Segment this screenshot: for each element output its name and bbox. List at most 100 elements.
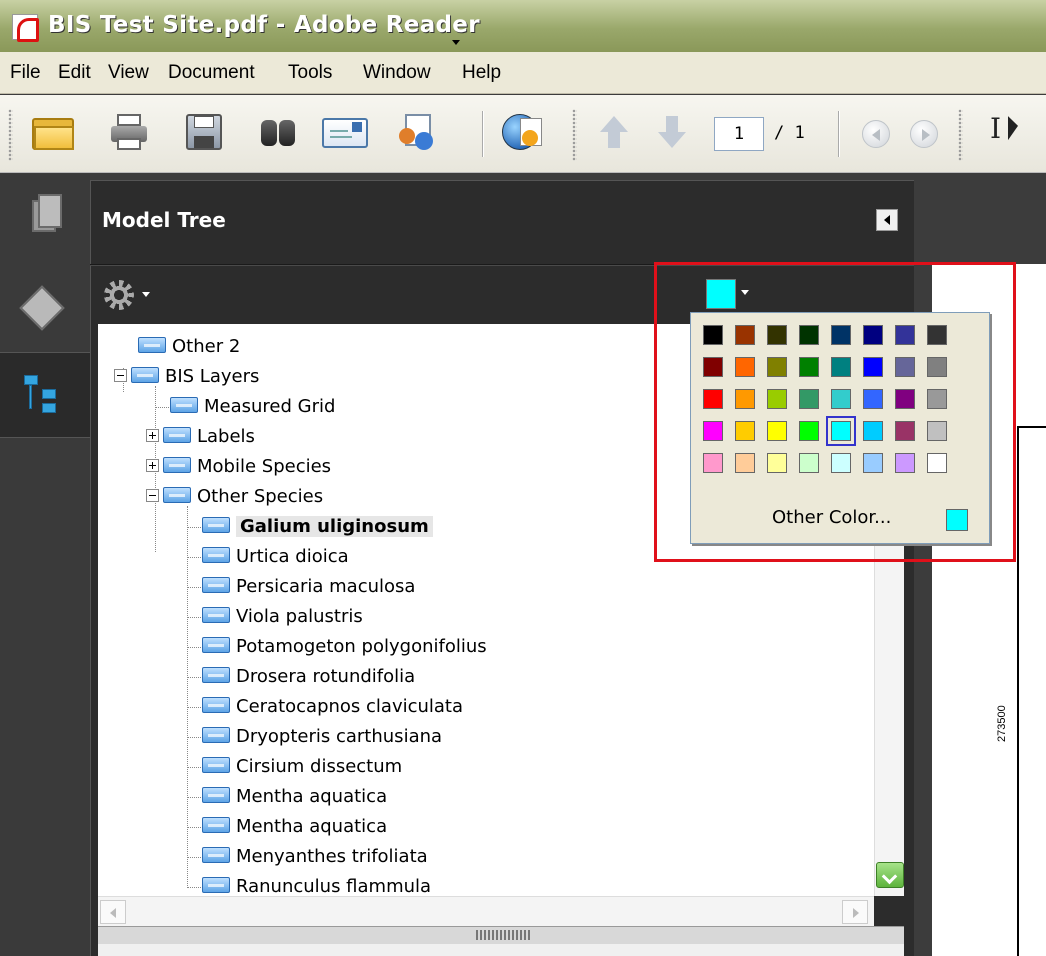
- gear-icon[interactable]: [104, 280, 134, 310]
- tree-item[interactable]: Persicaria maculosa: [202, 572, 415, 602]
- collapse-panel-button[interactable]: [876, 209, 898, 231]
- color-swatch[interactable]: [735, 357, 755, 377]
- color-swatch[interactable]: [831, 325, 851, 345]
- color-swatch[interactable]: [927, 357, 947, 377]
- color-swatch[interactable]: [863, 389, 883, 409]
- color-swatch[interactable]: [703, 325, 723, 345]
- scroll-left-icon[interactable]: [100, 900, 126, 924]
- menu-document[interactable]: Document: [168, 62, 255, 84]
- color-swatch[interactable]: [895, 357, 915, 377]
- tree-item[interactable]: Cirsium dissectum: [202, 752, 402, 782]
- menu-edit[interactable]: Edit: [58, 62, 91, 84]
- color-swatch[interactable]: [703, 389, 723, 409]
- expand-toggle-icon[interactable]: [146, 458, 159, 472]
- color-swatch[interactable]: [895, 389, 915, 409]
- tree-horizontal-scrollbar[interactable]: [98, 896, 874, 926]
- color-swatch[interactable]: [767, 421, 787, 441]
- menu-file[interactable]: File: [10, 62, 41, 84]
- tree-item[interactable]: Dryopteris carthusiana: [202, 722, 442, 752]
- next-page-arrow-icon[interactable]: [654, 114, 690, 150]
- color-swatch[interactable]: [703, 421, 723, 441]
- previous-page-arrow-icon[interactable]: [596, 114, 632, 150]
- color-swatch[interactable]: [831, 389, 851, 409]
- web-globe-icon[interactable]: [502, 112, 544, 152]
- color-swatch[interactable]: [927, 421, 947, 441]
- previous-view-icon[interactable]: [862, 120, 890, 148]
- color-swatch[interactable]: [863, 421, 883, 441]
- model-tree-panel-button[interactable]: [0, 352, 90, 438]
- color-swatch[interactable]: [895, 325, 915, 345]
- expand-toggle-icon[interactable]: [146, 428, 159, 442]
- color-swatch[interactable]: [799, 421, 819, 441]
- tree-item[interactable]: Potamogeton polygonifolius: [202, 632, 487, 662]
- color-swatch[interactable]: [831, 357, 851, 377]
- color-swatch[interactable]: [927, 389, 947, 409]
- other-color-swatch[interactable]: [946, 509, 968, 531]
- scroll-right-icon[interactable]: [842, 900, 868, 924]
- color-swatch[interactable]: [799, 389, 819, 409]
- tree-item[interactable]: Other Species: [146, 482, 323, 512]
- splitter-grip-icon[interactable]: [476, 930, 530, 940]
- tree-item[interactable]: Other 2: [138, 332, 240, 362]
- other-color-option[interactable]: Other Color...: [772, 507, 891, 528]
- color-swatch[interactable]: [767, 389, 787, 409]
- tree-item[interactable]: Labels: [146, 422, 255, 452]
- tree-item[interactable]: Drosera rotundifolia: [202, 662, 415, 692]
- tree-item[interactable]: Mentha aquatica: [202, 782, 387, 812]
- tree-item[interactable]: Ceratocapnos claviculata: [202, 692, 463, 722]
- tree-item[interactable]: Mobile Species: [146, 452, 331, 482]
- color-swatch[interactable]: [826, 416, 856, 446]
- color-swatch[interactable]: [767, 357, 787, 377]
- color-swatch[interactable]: [767, 325, 787, 345]
- chevron-down-icon[interactable]: [741, 290, 749, 295]
- color-swatch[interactable]: [863, 357, 883, 377]
- color-swatch[interactable]: [799, 325, 819, 345]
- color-swatch[interactable]: [703, 453, 723, 473]
- tree-item[interactable]: Viola palustris: [202, 602, 363, 632]
- menu-view[interactable]: View: [108, 62, 149, 84]
- tree-item[interactable]: Measured Grid: [170, 392, 335, 422]
- find-binoculars-icon[interactable]: [257, 112, 299, 152]
- color-swatch[interactable]: [863, 325, 883, 345]
- color-swatch[interactable]: [735, 453, 755, 473]
- tree-item[interactable]: Menyanthes trifoliata: [202, 842, 428, 872]
- print-icon[interactable]: [109, 112, 151, 152]
- tree-item[interactable]: Mentha aquatica: [202, 812, 387, 842]
- tree-item[interactable]: Urtica dioica: [202, 542, 349, 572]
- color-picker-button[interactable]: [706, 279, 736, 309]
- color-swatch[interactable]: [703, 357, 723, 377]
- save-disk-icon[interactable]: [184, 112, 226, 152]
- open-folder-icon[interactable]: [32, 112, 74, 152]
- collapse-toggle-icon[interactable]: [114, 368, 127, 382]
- tree-item[interactable]: Ranunculus flammula: [202, 872, 431, 896]
- toolbar-grip[interactable]: [958, 109, 963, 161]
- color-swatch[interactable]: [799, 357, 819, 377]
- color-swatch[interactable]: [767, 453, 787, 473]
- toolbar-grip[interactable]: [8, 109, 13, 161]
- color-swatch[interactable]: [927, 325, 947, 345]
- review-people-icon[interactable]: [399, 112, 441, 152]
- chevron-down-icon[interactable]: [452, 40, 460, 45]
- color-swatch[interactable]: [735, 325, 755, 345]
- color-swatch[interactable]: [799, 453, 819, 473]
- collapse-toggle-icon[interactable]: [146, 488, 159, 502]
- color-swatch[interactable]: [735, 421, 755, 441]
- color-swatch[interactable]: [895, 421, 915, 441]
- color-swatch[interactable]: [863, 453, 883, 473]
- page-number-input[interactable]: 1: [714, 117, 764, 151]
- color-swatch[interactable]: [895, 453, 915, 473]
- next-view-icon[interactable]: [910, 120, 938, 148]
- email-icon[interactable]: [322, 112, 368, 152]
- menu-help[interactable]: Help: [462, 62, 501, 84]
- tree-item[interactable]: BIS Layers: [114, 362, 259, 392]
- select-tool-icon[interactable]: I: [990, 112, 1001, 145]
- toolbar-grip[interactable]: [572, 109, 577, 161]
- pages-panel-button[interactable]: [0, 178, 90, 262]
- layers-panel-button[interactable]: [0, 262, 90, 346]
- scroll-down-icon[interactable]: [876, 862, 904, 888]
- tree-item-selected[interactable]: Galium uliginosum: [202, 512, 433, 542]
- chevron-down-icon[interactable]: [142, 292, 150, 297]
- color-swatch[interactable]: [735, 389, 755, 409]
- menu-window[interactable]: Window: [363, 62, 431, 84]
- color-swatch[interactable]: [927, 453, 947, 473]
